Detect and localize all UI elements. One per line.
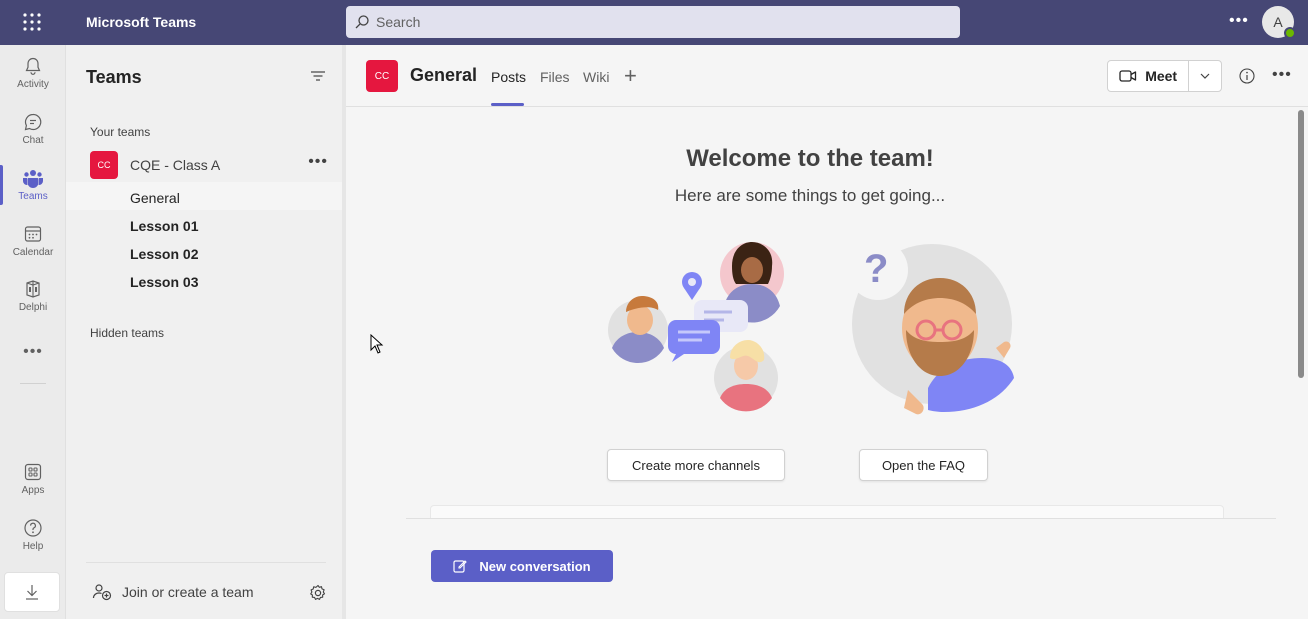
app-launcher-icon[interactable] — [22, 12, 42, 32]
calendar-icon — [24, 226, 42, 242]
rail-item-activity[interactable]: Activity — [0, 47, 66, 99]
tab-posts[interactable]: Posts — [491, 69, 526, 85]
avatar-initial: A — [1273, 14, 1283, 30]
add-people-icon — [92, 584, 112, 601]
people-chatting-illustration — [608, 242, 784, 412]
new-conversation-label: New conversation — [479, 558, 591, 574]
rail-item-apps[interactable]: Apps — [0, 453, 66, 505]
download-button[interactable] — [4, 572, 60, 612]
apps-icon — [24, 463, 42, 481]
download-icon — [26, 585, 38, 600]
panel-title: Teams — [86, 67, 142, 87]
rail-item-delphi[interactable]: Delphi — [0, 270, 66, 322]
app-title: Microsoft Teams — [86, 14, 197, 30]
add-tab-icon[interactable]: + — [624, 65, 637, 87]
team-more-options-icon[interactable]: ••• — [308, 153, 328, 171]
conversation-card — [430, 505, 1224, 519]
rail-divider — [20, 383, 46, 384]
filter-icon[interactable] — [310, 69, 326, 83]
channel-item-lesson-01[interactable]: Lesson 01 — [130, 218, 198, 234]
channel-header: CC General Posts Files Wiki + Meet ••• — [346, 45, 1308, 107]
search-input[interactable]: Search — [346, 6, 960, 38]
meet-button-group: Meet — [1107, 60, 1222, 92]
main-divider — [406, 518, 1276, 519]
delphi-icon — [26, 280, 40, 298]
top-bar: Microsoft Teams Search ••• A — [0, 0, 1308, 45]
teams-panel: Teams Your teams CC CQE - Class A ••• Ge… — [66, 45, 342, 619]
rail-label: Calendar — [12, 247, 54, 258]
svg-text:?: ? — [864, 247, 888, 291]
channel-item-lesson-03[interactable]: Lesson 03 — [130, 274, 198, 290]
tab-wiki[interactable]: Wiki — [583, 69, 609, 85]
app-rail: Activity Chat Teams Calendar Delphi ••• … — [0, 45, 66, 619]
video-camera-icon — [1119, 70, 1137, 82]
faq-character-illustration: ? — [848, 240, 1014, 415]
team-name: CQE - Class A — [130, 157, 221, 173]
join-create-team-button[interactable]: Join or create a team — [92, 583, 254, 601]
mouse-pointer-icon — [370, 334, 384, 354]
help-icon — [24, 519, 42, 537]
gear-icon[interactable] — [309, 584, 327, 602]
teams-icon — [22, 170, 44, 188]
rail-item-calendar[interactable]: Calendar — [0, 215, 66, 267]
welcome-heading: Welcome to the team! — [686, 145, 934, 172]
bell-icon — [25, 57, 41, 75]
tab-files[interactable]: Files — [540, 69, 570, 85]
welcome-subtitle: Here are some things to get going... — [674, 186, 946, 205]
team-avatar: CC — [90, 151, 118, 179]
open-faq-button[interactable]: Open the FAQ — [859, 449, 988, 481]
rail-label: Chat — [22, 135, 44, 146]
meet-button[interactable]: Meet — [1108, 61, 1190, 91]
hidden-teams-label[interactable]: Hidden teams — [90, 326, 164, 340]
meet-dropdown-button[interactable] — [1189, 61, 1221, 91]
avatar[interactable]: A — [1262, 6, 1296, 39]
chat-icon — [24, 113, 42, 131]
channel-name: General — [410, 65, 478, 85]
search-placeholder: Search — [376, 14, 421, 30]
info-icon[interactable] — [1239, 68, 1255, 84]
settings-more-icon[interactable]: ••• — [1229, 12, 1249, 30]
channel-item-general[interactable]: General — [130, 190, 180, 206]
main-scrollbar[interactable] — [1298, 110, 1304, 378]
rail-label: Delphi — [18, 302, 48, 313]
search-icon — [355, 15, 369, 29]
channel-item-lesson-02[interactable]: Lesson 02 — [130, 246, 198, 262]
active-tab-indicator — [491, 103, 524, 106]
panel-divider — [86, 562, 326, 563]
rail-label: Activity — [17, 79, 49, 90]
meet-label: Meet — [1145, 68, 1178, 84]
presence-available-icon — [1284, 27, 1296, 39]
channel-more-options-icon[interactable]: ••• — [1272, 66, 1292, 84]
rail-label: Help — [22, 541, 44, 552]
rail-label: Apps — [21, 485, 45, 496]
chevron-down-icon — [1200, 73, 1210, 79]
team-item-cqe-class-a[interactable]: CC CQE - Class A ••• — [90, 151, 328, 179]
rail-item-chat[interactable]: Chat — [0, 103, 66, 155]
panel-splitter[interactable] — [342, 45, 346, 619]
create-more-channels-button[interactable]: Create more channels — [607, 449, 785, 481]
rail-item-help[interactable]: Help — [0, 509, 66, 561]
more-apps-icon[interactable]: ••• — [0, 343, 66, 361]
channel-team-avatar: CC — [366, 60, 398, 92]
compose-icon — [453, 560, 468, 573]
your-teams-label: Your teams — [90, 125, 151, 139]
selected-channel-highlight — [66, 182, 342, 210]
join-create-label: Join or create a team — [122, 584, 254, 600]
new-conversation-button[interactable]: New conversation — [431, 550, 613, 582]
rail-label: Teams — [18, 191, 48, 202]
rail-item-teams[interactable]: Teams — [0, 159, 66, 211]
